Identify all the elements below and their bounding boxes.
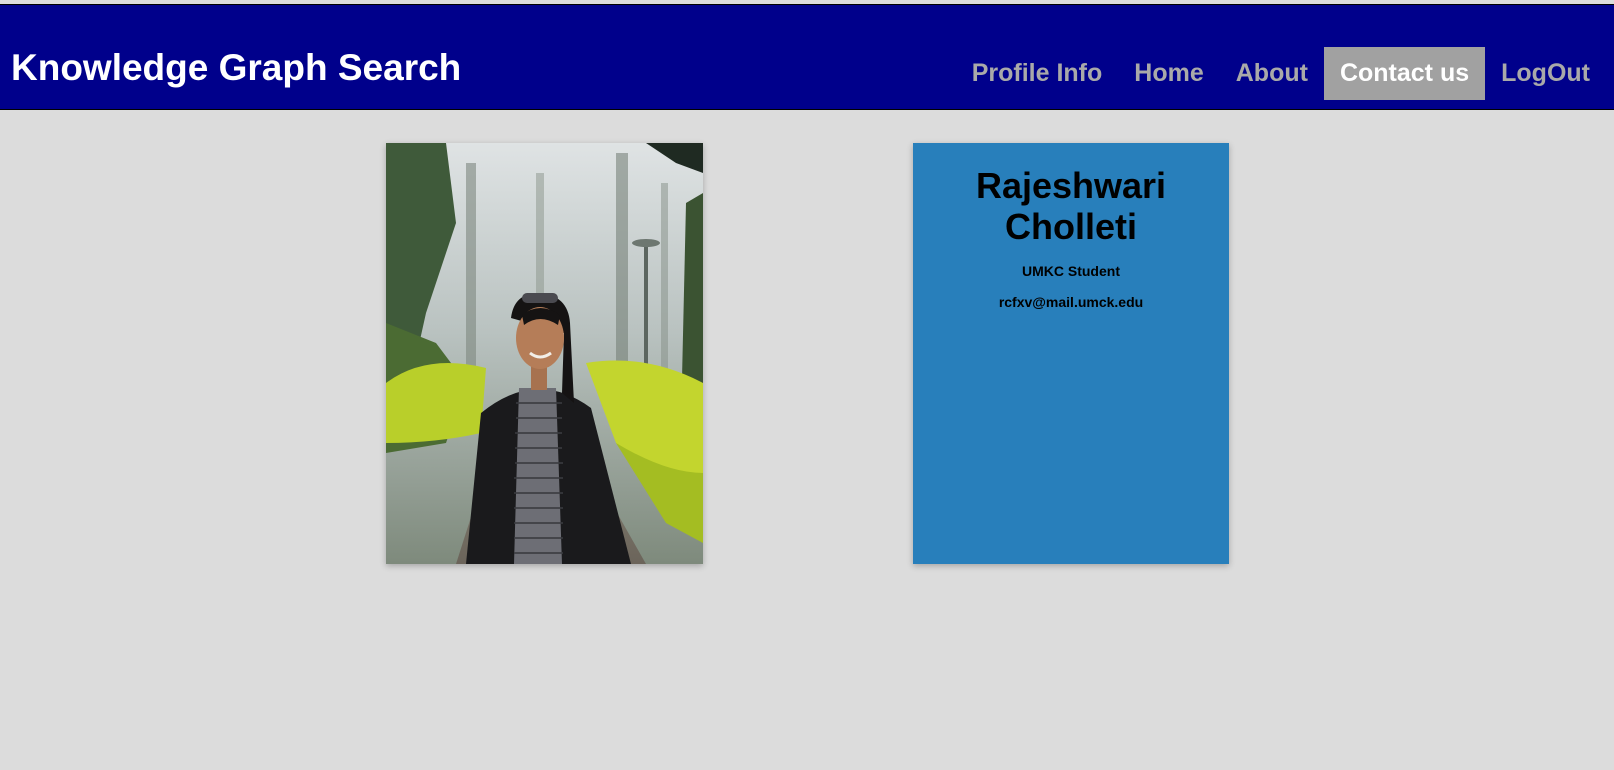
profile-name-first: Rajeshwari: [975, 165, 1167, 206]
profile-info-card: Rajeshwari Cholleti UMKC Student rcfxv@m…: [913, 143, 1229, 564]
top-navbar: Knowledge Graph Search Profile Info Home…: [0, 4, 1614, 110]
profile-photo-image: [386, 143, 703, 564]
nav-link-home[interactable]: Home: [1118, 47, 1219, 100]
nav-link-contact-us[interactable]: Contact us: [1323, 47, 1486, 100]
profile-photo: [386, 143, 703, 564]
site-title: Knowledge Graph Search: [11, 47, 462, 88]
nav-links: Profile Info Home About Contact us LogOu…: [956, 47, 1614, 100]
profile-role: UMKC Student: [1022, 263, 1120, 279]
nav-link-about[interactable]: About: [1220, 47, 1324, 100]
profile-name: Rajeshwari Cholleti: [913, 165, 1229, 247]
nav-link-profile-info[interactable]: Profile Info: [956, 47, 1119, 100]
profile-name-last: Cholleti: [1005, 206, 1137, 247]
nav-link-logout[interactable]: LogOut: [1485, 47, 1614, 100]
profile-email: rcfxv@mail.umck.edu: [998, 294, 1144, 310]
